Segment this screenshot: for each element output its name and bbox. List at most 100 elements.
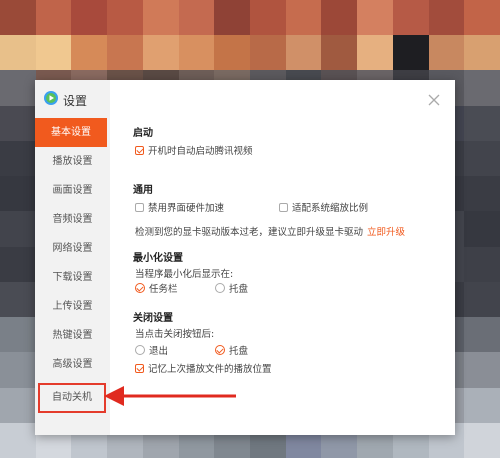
mosaic-tile bbox=[0, 281, 36, 318]
disable-hw-checkbox[interactable] bbox=[135, 202, 144, 212]
close-exit-label: 退出 bbox=[149, 346, 169, 357]
mosaic-tile bbox=[0, 70, 36, 106]
tencent-video-logo-icon bbox=[43, 90, 59, 110]
adapt-scale-label: 适配系统缩放比例 bbox=[292, 203, 369, 214]
mosaic-tile bbox=[0, 140, 36, 177]
mosaic-tile bbox=[392, 0, 429, 36]
settings-dialog: 设置 基本设置 播放设置 画面设置 音频设置 网络设置 下载设置 上传设置 热键… bbox=[35, 80, 455, 435]
settings-sidebar: 设置 基本设置 播放设置 画面设置 音频设置 网络设置 下载设置 上传设置 热键… bbox=[35, 80, 110, 435]
close-prompt: 当点击关闭按钮后: bbox=[135, 329, 215, 340]
mosaic-tile bbox=[464, 0, 500, 36]
remember-position-label: 记忆上次播放文件的播放位置 bbox=[148, 364, 272, 375]
driver-notice-row: 检测到您的显卡驱动版本过老，建议立即升级显卡驱动 立即升级 bbox=[135, 224, 405, 238]
mosaic-tile bbox=[250, 0, 286, 36]
autostart-label: 开机时自动启动腾讯视频 bbox=[148, 146, 253, 157]
mosaic-tile bbox=[428, 35, 465, 71]
nav-item-audio[interactable]: 音频设置 bbox=[35, 205, 110, 234]
mosaic-tile bbox=[142, 35, 179, 71]
disable-hw-label: 禁用界面硬件加速 bbox=[148, 203, 225, 214]
mosaic-tile bbox=[0, 176, 36, 212]
adapt-scale-checkbox-row[interactable]: 适配系统缩放比例 bbox=[279, 200, 368, 214]
mosaic-tile bbox=[464, 70, 500, 106]
nav-item-playback[interactable]: 播放设置 bbox=[35, 147, 110, 176]
minimize-taskbar-radio[interactable] bbox=[135, 283, 145, 293]
mosaic-tile bbox=[464, 211, 500, 247]
mosaic-tile bbox=[0, 387, 36, 423]
mosaic-tile bbox=[35, 35, 72, 71]
mosaic-tile bbox=[285, 35, 322, 71]
close-tray-radio-row[interactable]: 托盘 bbox=[215, 343, 248, 357]
section-title-close: 关闭设置 bbox=[133, 313, 173, 324]
mosaic-tile bbox=[214, 35, 250, 71]
nav-item-advanced[interactable]: 高级设置 bbox=[35, 350, 110, 379]
mosaic-tile bbox=[464, 387, 500, 423]
dialog-brand: 设置 bbox=[43, 90, 88, 110]
minimize-tray-radio-row[interactable]: 托盘 bbox=[215, 281, 248, 295]
mosaic-tile bbox=[250, 35, 286, 71]
remember-position-checkbox[interactable] bbox=[135, 363, 144, 373]
mosaic-tile bbox=[178, 0, 215, 36]
settings-content: 启动 开机时自动启动腾讯视频 通用 禁用界面硬件加速 适配系统缩放比例 检测到您… bbox=[133, 80, 443, 435]
mosaic-tile bbox=[321, 35, 358, 71]
mosaic-tile bbox=[285, 0, 322, 36]
settings-nav: 基本设置 播放设置 画面设置 音频设置 网络设置 下载设置 上传设置 热键设置 … bbox=[35, 118, 110, 413]
minimize-tray-label: 托盘 bbox=[229, 284, 249, 295]
mosaic-tile bbox=[178, 35, 215, 71]
upgrade-driver-link[interactable]: 立即升级 bbox=[367, 224, 405, 238]
mosaic-tile bbox=[71, 0, 108, 36]
mosaic-tile bbox=[357, 35, 393, 71]
mosaic-tile bbox=[0, 317, 36, 353]
mosaic-tile bbox=[464, 105, 500, 141]
section-title-minimize: 最小化设置 bbox=[133, 253, 183, 264]
close-exit-radio-row[interactable]: 退出 bbox=[135, 343, 168, 357]
mosaic-tile bbox=[464, 246, 500, 282]
minimize-prompt: 当程序最小化后显示在: bbox=[135, 269, 234, 280]
mosaic-tile bbox=[107, 0, 143, 36]
minimize-tray-radio[interactable] bbox=[215, 283, 225, 293]
autostart-checkbox[interactable] bbox=[135, 145, 144, 155]
mosaic-tile bbox=[0, 105, 36, 141]
mosaic-tile bbox=[464, 352, 500, 388]
remember-position-checkbox-row[interactable]: 记忆上次播放文件的播放位置 bbox=[135, 361, 272, 375]
driver-notice-text: 检测到您的显卡驱动版本过老，建议立即升级显卡驱动 bbox=[135, 227, 364, 238]
nav-item-network[interactable]: 网络设置 bbox=[35, 234, 110, 263]
mosaic-tile bbox=[0, 35, 36, 71]
mosaic-tile bbox=[0, 352, 36, 388]
mosaic-tile bbox=[71, 35, 108, 71]
mosaic-tile bbox=[0, 0, 36, 36]
mosaic-tile bbox=[142, 0, 179, 36]
mosaic-tile bbox=[321, 0, 358, 36]
mosaic-tile bbox=[464, 281, 500, 318]
nav-item-display[interactable]: 画面设置 bbox=[35, 176, 110, 205]
mosaic-tile bbox=[0, 422, 36, 458]
mosaic-tile bbox=[464, 422, 500, 458]
nav-item-auto-shutdown[interactable]: 自动关机 bbox=[38, 383, 106, 413]
mosaic-tile bbox=[464, 317, 500, 353]
section-title-general: 通用 bbox=[133, 185, 153, 196]
nav-item-download[interactable]: 下载设置 bbox=[35, 263, 110, 292]
close-tray-label: 托盘 bbox=[229, 346, 249, 357]
mosaic-tile bbox=[464, 176, 500, 212]
close-tray-radio[interactable] bbox=[215, 345, 225, 355]
nav-item-basic[interactable]: 基本设置 bbox=[35, 118, 107, 147]
mosaic-tile bbox=[392, 35, 429, 71]
close-exit-radio[interactable] bbox=[135, 345, 145, 355]
nav-item-hotkeys[interactable]: 热键设置 bbox=[35, 321, 110, 350]
dialog-title: 设置 bbox=[63, 93, 88, 108]
mosaic-tile bbox=[464, 35, 500, 71]
mosaic-tile bbox=[464, 140, 500, 177]
mosaic-tile bbox=[214, 0, 250, 36]
minimize-taskbar-label: 任务栏 bbox=[149, 284, 178, 295]
adapt-scale-checkbox[interactable] bbox=[279, 202, 288, 212]
autostart-checkbox-row[interactable]: 开机时自动启动腾讯视频 bbox=[135, 143, 253, 157]
mosaic-tile bbox=[35, 0, 72, 36]
section-title-startup: 启动 bbox=[133, 128, 153, 139]
mosaic-tile bbox=[0, 211, 36, 247]
nav-item-upload[interactable]: 上传设置 bbox=[35, 292, 110, 321]
mosaic-tile bbox=[357, 0, 393, 36]
mosaic-tile bbox=[0, 246, 36, 282]
disable-hw-checkbox-row[interactable]: 禁用界面硬件加速 bbox=[135, 200, 224, 214]
mosaic-tile bbox=[428, 0, 465, 36]
mosaic-tile bbox=[107, 35, 143, 71]
minimize-taskbar-radio-row[interactable]: 任务栏 bbox=[135, 281, 178, 295]
